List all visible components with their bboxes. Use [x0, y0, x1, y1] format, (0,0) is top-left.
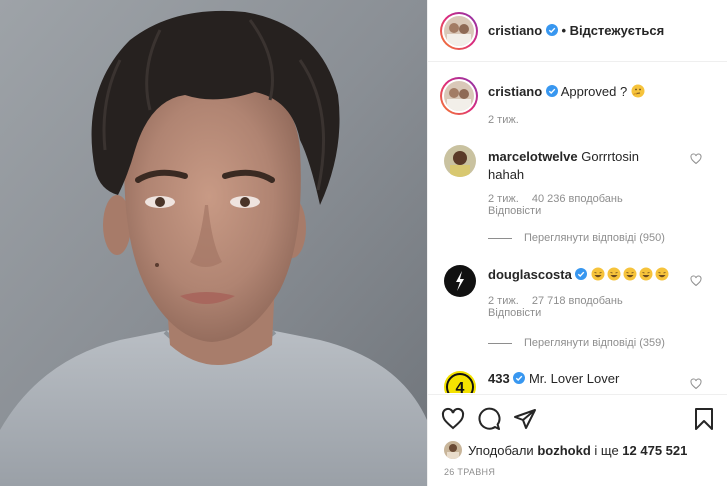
- view-replies-label: Переглянути відповіді (359): [524, 337, 665, 349]
- comment-avatar[interactable]: 4: [444, 371, 476, 393]
- author-username[interactable]: cristiano: [488, 23, 542, 38]
- comment-text: 433 Mr. Lover Lover: [488, 370, 619, 388]
- svg-text:4: 4: [456, 380, 465, 393]
- likes-count[interactable]: 12 475 521: [622, 443, 687, 458]
- post-side-panel: cristiano • Відстежується cristiano Appr…: [427, 0, 727, 486]
- comment-like-count[interactable]: 40 236 вподобань: [532, 193, 623, 205]
- replies-divider: [488, 342, 512, 344]
- comment-body: Gorrrtosin: [581, 149, 640, 164]
- heart-icon[interactable]: [441, 407, 465, 431]
- comment-avatar[interactable]: [444, 145, 476, 177]
- likes-summary[interactable]: Уподобали bozhokd і ще 12 475 521: [444, 441, 687, 459]
- comment-like-heart-icon[interactable]: [690, 275, 702, 287]
- likes-middle: і ще: [594, 442, 619, 458]
- reply-button[interactable]: Відповісти: [488, 306, 541, 320]
- comments-list[interactable]: cristiano Approved ? 2 тиж. marcelotwelv…: [428, 63, 727, 393]
- comment-username[interactable]: douglascosta: [488, 267, 572, 282]
- bookmark-icon[interactable]: [692, 407, 716, 431]
- laughing-face-icon: [655, 267, 669, 281]
- comment-like-count[interactable]: 27 718 вподобань: [532, 295, 623, 307]
- comment-text: douglascosta: [488, 266, 671, 284]
- comment-icon[interactable]: [477, 407, 501, 431]
- thinking-face-icon: [631, 84, 645, 98]
- author-avatar[interactable]: [440, 12, 478, 50]
- replies-divider: [488, 237, 512, 239]
- comment-avatar[interactable]: [444, 265, 476, 297]
- verified-badge-icon: [545, 85, 558, 97]
- caption-text-row: cristiano Approved ?: [488, 83, 647, 101]
- laughing-face-icon: [591, 267, 605, 281]
- view-replies-label: Переглянути відповіді (950): [524, 232, 665, 244]
- caption-avatar[interactable]: [440, 77, 478, 115]
- comment-body-line2: hahah: [488, 167, 525, 182]
- comment-username[interactable]: marcelotwelve: [488, 149, 578, 164]
- header-separator: •: [561, 23, 566, 38]
- verified-badge-icon: [575, 268, 588, 280]
- view-replies-button[interactable]: Переглянути відповіді (359): [488, 337, 665, 349]
- laughing-face-icon: [607, 267, 621, 281]
- caption-time[interactable]: 2 тиж.: [488, 113, 519, 127]
- comment-username[interactable]: 433: [488, 371, 510, 386]
- post-actions: Уподобали bozhokd і ще 12 475 521 26 тра…: [428, 394, 727, 486]
- following-button[interactable]: Відстежується: [570, 23, 665, 38]
- post-photo[interactable]: [0, 0, 427, 486]
- reply-button[interactable]: Відповісти: [488, 204, 541, 218]
- verified-badge-icon: [513, 372, 526, 384]
- liker-avatar: [444, 441, 462, 459]
- caption-text: Approved ?: [560, 84, 628, 99]
- comment-text: marcelotwelve Gorrrtosin hahah: [488, 148, 688, 184]
- caption-username[interactable]: cristiano: [488, 84, 542, 99]
- comment-like-heart-icon[interactable]: [690, 378, 702, 390]
- liker-username[interactable]: bozhokd: [537, 443, 590, 458]
- post-header: cristiano • Відстежується: [428, 0, 727, 62]
- comment-body: Mr. Lover Lover: [528, 371, 620, 386]
- likes-prefix: Уподобали: [468, 442, 534, 458]
- laughing-face-icon: [623, 267, 637, 281]
- verified-badge-icon: [545, 24, 558, 36]
- comment-like-heart-icon[interactable]: [690, 153, 702, 165]
- view-replies-button[interactable]: Переглянути відповіді (950): [488, 232, 665, 244]
- selfie-image: [0, 0, 427, 486]
- laughing-face-icon: [639, 267, 653, 281]
- paper-plane-icon[interactable]: [513, 407, 537, 431]
- post-date[interactable]: 26 травня: [444, 467, 495, 477]
